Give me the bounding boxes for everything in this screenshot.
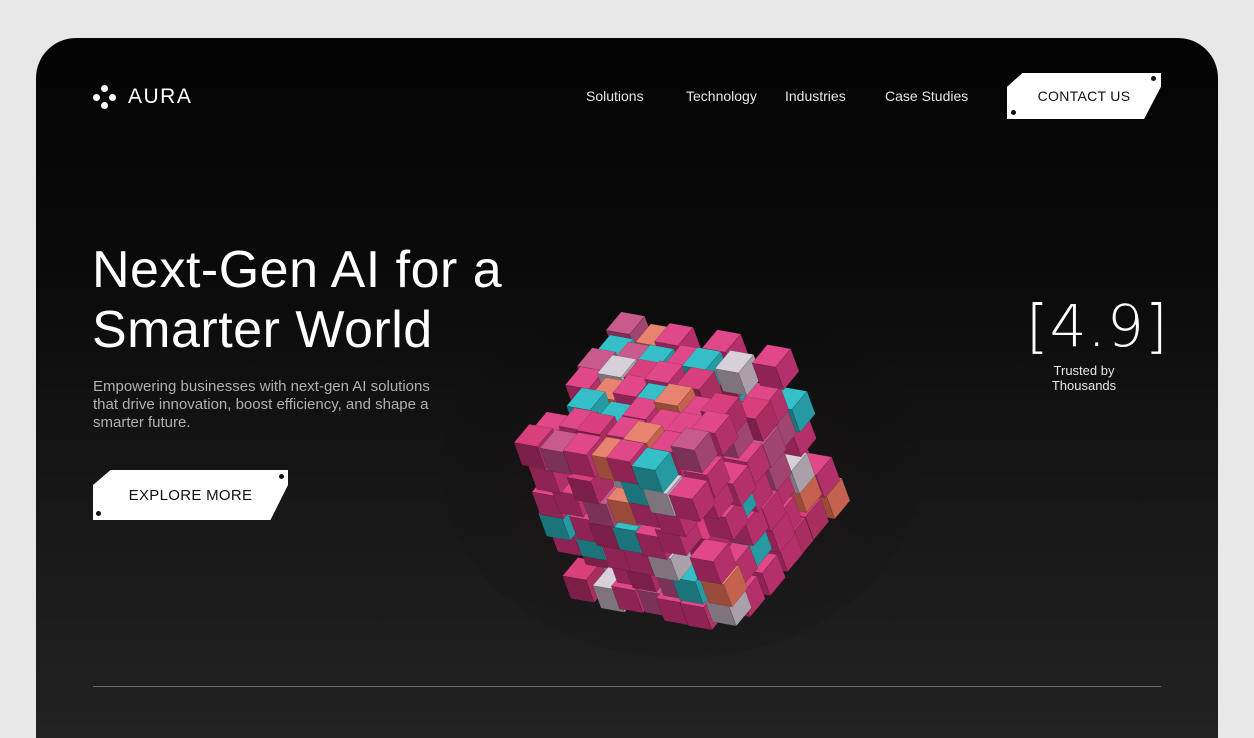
rating-caption-line2: Thousands [1051,378,1117,393]
nav-item-technology[interactable]: Technology [686,88,757,104]
nav-item-solutions[interactable]: Solutions [586,88,644,104]
rating-caption-line1: Trusted by [1053,363,1115,378]
hero-subtitle: Empowering businesses with next-gen AI s… [93,378,430,431]
top-nav: AURA Solutions Technology Industries Cas… [36,38,1218,158]
nav-item-industries[interactable]: Industries [785,88,846,104]
rating-value: [4.9] [1026,292,1169,360]
contact-us-label: CONTACT US [1037,88,1131,104]
brand-logo[interactable]: AURA [92,84,192,110]
voxel-cube-illustration [441,278,921,658]
hero-title-line2: Smarter World [92,301,433,359]
page-frame: AURA Solutions Technology Industries Cas… [36,38,1218,738]
explore-more-label: EXPLORE MORE [128,486,253,504]
explore-more-button[interactable]: EXPLORE MORE [93,470,288,520]
corner-dot [1011,110,1016,115]
rating-block: [4.9] Trusted by Thousands [1026,292,1169,393]
corner-dot [96,511,101,516]
aura-logo-icon [92,84,118,110]
corner-dot [1151,76,1156,81]
section-divider [93,686,1161,687]
nav-item-case-studies[interactable]: Case Studies [885,88,968,104]
rating-caption: Trusted by Thousands [1026,363,1142,393]
corner-dot [279,474,284,479]
brand-name: AURA [128,85,193,108]
contact-us-button[interactable]: CONTACT US [1007,73,1161,119]
